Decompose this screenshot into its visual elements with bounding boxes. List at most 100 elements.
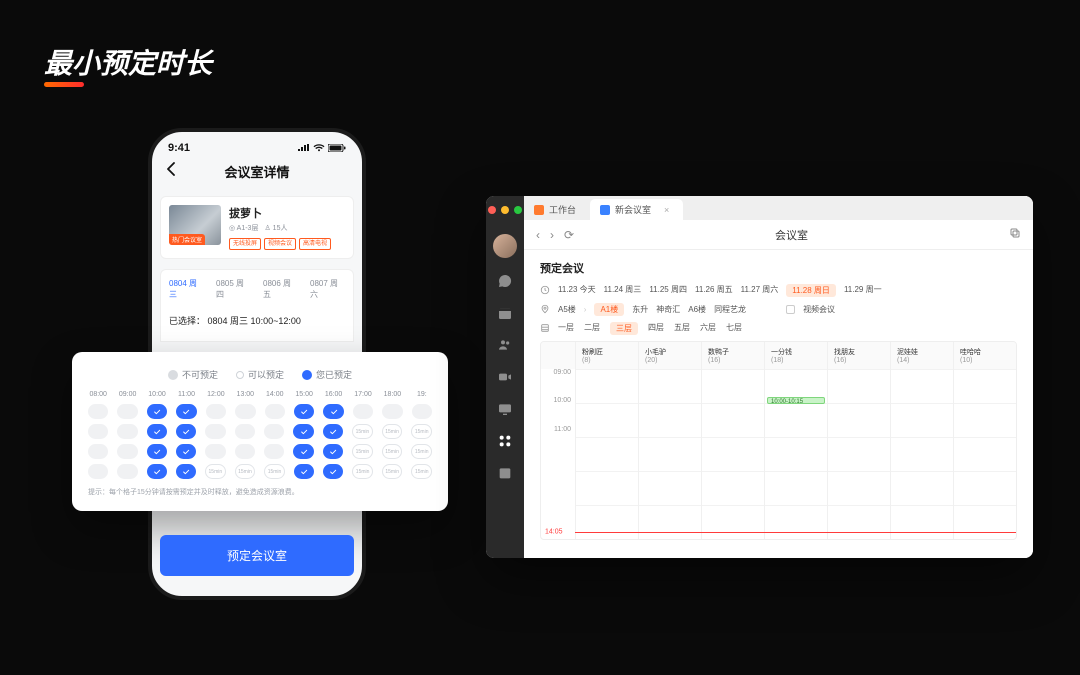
floor-filter[interactable]: 四层 (648, 322, 664, 335)
chat-icon[interactable] (496, 272, 514, 290)
timeslot (265, 404, 285, 419)
timeslot (235, 444, 255, 459)
timeslot[interactable] (382, 424, 403, 439)
timeslot[interactable] (411, 424, 432, 439)
timeslot[interactable] (323, 444, 343, 459)
timeslot[interactable] (147, 424, 167, 439)
date-filter[interactable]: 11.26 周五 (695, 284, 733, 297)
timeslot[interactable] (176, 464, 196, 479)
avatar[interactable] (493, 234, 517, 258)
floor-filter[interactable]: 一层 (558, 322, 574, 335)
schedule-icon[interactable] (496, 464, 514, 482)
room-column[interactable] (890, 369, 953, 539)
timeslot[interactable] (323, 424, 343, 439)
timeslot[interactable] (382, 464, 403, 479)
building-filter[interactable]: 东升 (632, 304, 648, 315)
tab-close-icon[interactable]: × (664, 205, 669, 215)
building-filter[interactable]: 同程艺龙 (714, 304, 746, 315)
timeslot[interactable] (176, 424, 196, 439)
room-column-header[interactable]: 数鸭子(16) (701, 342, 764, 369)
timeslot[interactable] (176, 444, 196, 459)
timeslot[interactable] (352, 464, 373, 479)
timeslot (412, 404, 432, 419)
contacts-icon[interactable] (496, 336, 514, 354)
timeslot[interactable] (176, 404, 196, 419)
floor-filter[interactable]: 五层 (674, 322, 690, 335)
timeslot[interactable] (147, 404, 167, 419)
traffic-lights[interactable] (488, 206, 522, 214)
timeslot (264, 424, 284, 439)
timeslot[interactable] (352, 444, 373, 459)
refresh-icon[interactable]: ⟳ (564, 228, 574, 242)
calendar-icon[interactable] (496, 304, 514, 322)
timeslot[interactable] (235, 464, 256, 479)
timeslot[interactable] (294, 464, 314, 479)
building-filter[interactable]: A6楼 (688, 304, 706, 315)
timeslot[interactable] (323, 464, 343, 479)
timeslot[interactable] (147, 464, 167, 479)
room-column-header[interactable]: 泥娃娃(14) (890, 342, 953, 369)
nav-back-icon[interactable]: ‹ (536, 228, 540, 242)
video-checkbox[interactable] (786, 305, 795, 314)
legend-selected: 您已预定 (302, 368, 352, 381)
copy-icon[interactable] (1009, 227, 1021, 242)
date-tab[interactable]: 0806 周五 (263, 278, 298, 300)
date-tab[interactable]: 0804 周三 (169, 278, 204, 300)
hour-label: 10:00 (147, 391, 167, 398)
timeslot[interactable] (293, 424, 313, 439)
apps-icon[interactable] (496, 432, 514, 450)
room-column[interactable] (575, 369, 638, 539)
floor-filter[interactable]: 三层 (610, 322, 638, 335)
window-tab[interactable]: 工作台 (524, 199, 590, 220)
date-filter[interactable]: 11.25 周四 (649, 284, 687, 297)
floor-filter[interactable]: 二层 (584, 322, 600, 335)
timeslot[interactable] (411, 464, 432, 479)
room-column-header[interactable]: 粉刷匠(8) (575, 342, 638, 369)
timeslot[interactable] (147, 444, 167, 459)
timeslot[interactable] (205, 464, 226, 479)
room-column[interactable]: 10:00-10:15 (764, 369, 827, 539)
date-filter[interactable]: 11.24 周三 (604, 284, 642, 297)
calendar-body[interactable]: 09:0010:0011:00 10:00-10:15 14:05 (541, 369, 1016, 539)
date-filter[interactable]: 11.27 周六 (741, 284, 779, 297)
room-column[interactable] (638, 369, 701, 539)
room-column-header[interactable]: 哇哈哈(10) (953, 342, 1016, 369)
date-tab[interactable]: 0805 周四 (216, 278, 251, 300)
room-column[interactable] (953, 369, 1016, 539)
book-button[interactable]: 预定会议室 (160, 535, 354, 576)
nav-fwd-icon[interactable]: › (550, 228, 554, 242)
timeslot[interactable] (352, 424, 373, 439)
video-icon[interactable] (496, 368, 514, 386)
time-label: 11:00 (541, 426, 575, 454)
date-filter[interactable]: 11.29 周一 (844, 284, 882, 297)
now-line (575, 532, 1016, 533)
timeslot[interactable] (411, 444, 432, 459)
room-column[interactable] (701, 369, 764, 539)
room-column-header[interactable]: 找朋友(16) (827, 342, 890, 369)
building-filter[interactable]: A5楼 (558, 304, 576, 315)
screen-icon[interactable] (496, 400, 514, 418)
back-icon[interactable] (166, 162, 176, 181)
window-tab[interactable]: 新会议室× (590, 199, 683, 220)
timeslot[interactable] (293, 444, 313, 459)
date-tab[interactable]: 0807 周六 (310, 278, 345, 300)
building-filter[interactable]: 神奇汇 (656, 304, 680, 315)
calendar-event[interactable]: 10:00-10:15 (767, 397, 825, 404)
window-title: 会议室 (584, 227, 999, 243)
date-filter[interactable]: 11.23 今天 (558, 284, 596, 297)
floor-filter[interactable]: 六层 (700, 322, 716, 335)
room-column-header[interactable]: 一分钱(18) (764, 342, 827, 369)
room-column[interactable] (827, 369, 890, 539)
building-filter[interactable]: A1楼 (594, 303, 624, 316)
floor-filter[interactable]: 七层 (726, 322, 742, 335)
clock-icon (540, 285, 550, 297)
timeslot[interactable] (264, 464, 285, 479)
date-filter[interactable]: 11.28 周日 (786, 284, 836, 297)
timeslot (88, 444, 108, 459)
timeslot[interactable] (323, 404, 343, 419)
room-column-header[interactable]: 小毛驴(20) (638, 342, 701, 369)
timeslot[interactable] (294, 404, 314, 419)
timeslot[interactable] (382, 444, 403, 459)
room-card[interactable]: 热门会议室 拔萝卜 ◎ A1-3层 ♙ 15人 无线投屏视频会议高清电视 (160, 196, 354, 259)
hour-label: 13:00 (235, 391, 255, 398)
